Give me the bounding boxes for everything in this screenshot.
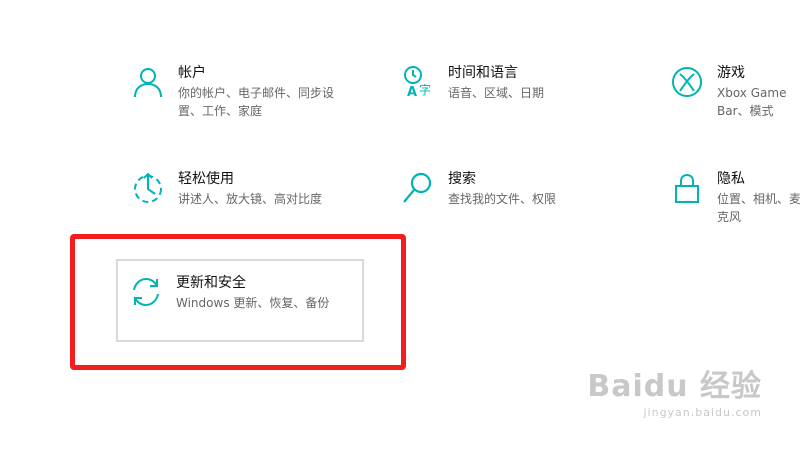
tile-description: 查找我的文件、权限 (448, 192, 557, 206)
settings-tile-accounts[interactable]: 帐户 你的帐户、电子邮件、同步设置、工作、家庭 (130, 64, 380, 144)
highlight-annotation-box (70, 234, 406, 370)
time-language-icon: A 字 (400, 64, 436, 100)
tile-description: 讲述人、放大镜、高对比度 (178, 192, 323, 206)
watermark-url: jingyan.baidu.com (643, 406, 762, 419)
settings-tile-time-language[interactable]: A 字 时间和语言 语音、区域、日期 (400, 64, 650, 144)
tile-description: 你的帐户、电子邮件、同步设置、工作、家庭 (178, 86, 335, 118)
tile-title: 隐私 (717, 171, 745, 187)
tile-title: 游戏 (717, 65, 745, 81)
watermark-brand: Baidu 经验 (587, 369, 762, 404)
xbox-icon (669, 64, 705, 100)
tile-title: 时间和语言 (448, 65, 518, 81)
tile-title: 轻松使用 (178, 171, 234, 187)
tile-description: 语音、区域、日期 (448, 86, 545, 100)
settings-tile-gaming[interactable]: 游戏 Xbox Game Bar、模式 (669, 64, 800, 144)
svg-text:字: 字 (419, 82, 431, 97)
tile-description: Xbox Game Bar、模式 (717, 86, 787, 118)
settings-tile-privacy[interactable]: 隐私 位置、相机、麦克风 (669, 170, 800, 250)
ease-of-access-icon (130, 170, 166, 206)
tile-description: 位置、相机、麦克风 (717, 192, 800, 224)
settings-tile-search[interactable]: 搜索 查找我的文件、权限 (400, 170, 650, 250)
svg-text:A: A (407, 85, 417, 99)
tile-title: 搜索 (448, 171, 476, 187)
baidu-watermark: Baidu 经验 jingyan.baidu.com (587, 368, 762, 420)
tile-title: 帐户 (178, 65, 206, 81)
lock-icon (669, 170, 705, 206)
search-icon (400, 170, 436, 206)
person-icon (130, 64, 166, 100)
